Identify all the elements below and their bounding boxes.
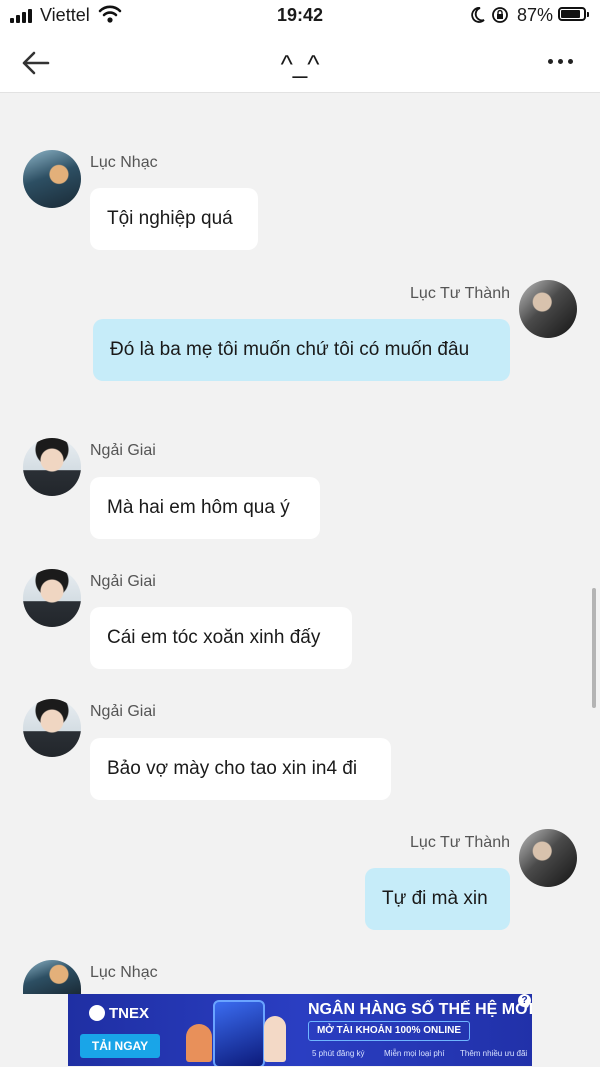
ad-banner[interactable]: TNEX TẢI NGAY NGÂN HÀNG SỐ THẾ HỆ MỚI MỞ… (68, 994, 532, 1066)
ad-feature: Miễn mọi loại phí (384, 1049, 445, 1058)
battery-icon (558, 7, 589, 21)
message-bubble[interactable]: Mà hai em hôm qua ý (90, 477, 320, 539)
ad-brand: TNEX (109, 1005, 150, 1022)
avatar[interactable] (23, 569, 81, 627)
avatar[interactable] (519, 829, 577, 887)
sender-name: Ngải Giai (90, 442, 156, 459)
sender-name: Lục Tư Thành (410, 834, 510, 851)
sender-name: Ngải Giai (90, 573, 156, 590)
sender-name: Lục Tư Thành (410, 285, 510, 302)
avatar[interactable] (23, 150, 81, 208)
more-icon[interactable] (546, 59, 576, 69)
sender-name: Lục Nhạc (90, 964, 158, 981)
ad-headline: NGÂN HÀNG SỐ THẾ HỆ MỚI (308, 1001, 532, 1018)
scrollbar[interactable] (592, 588, 596, 708)
ad-download-button[interactable]: TẢI NGAY (80, 1034, 160, 1058)
message-bubble[interactable]: Tội nghiệp quá (90, 188, 258, 250)
chat-header: ^_^ (0, 34, 600, 93)
sender-name: Ngải Giai (90, 703, 156, 720)
ad-info-icon[interactable]: ? (518, 994, 531, 1007)
message-bubble[interactable]: Bảo vợ mày cho tao xin in4 đi (90, 738, 391, 800)
chat-title: ^_^ (280, 49, 320, 79)
sender-name: Lục Nhạc (90, 154, 158, 171)
orientation-lock-icon (492, 7, 508, 23)
status-bar: Viettel 19:42 87% (0, 0, 600, 34)
message-bubble[interactable]: Cái em tóc xoăn xinh đấy (90, 607, 352, 669)
battery-percent: 87% (517, 5, 554, 25)
ad-feature: 5 phút đăng ký (312, 1049, 365, 1058)
message-bubble[interactable]: Tự đi mà xin (365, 868, 510, 930)
avatar[interactable] (519, 280, 577, 338)
avatar[interactable] (23, 699, 81, 757)
clock: 19:42 (276, 5, 324, 25)
ad-illustration-person-icon (186, 1024, 212, 1062)
ad-phone-illustration-icon (213, 1000, 265, 1066)
ad-illustration-person-icon (264, 1016, 286, 1062)
ad-subline: MỞ TÀI KHOẢN 100% ONLINE (308, 1021, 470, 1041)
moon-icon (471, 7, 485, 23)
message-bubble[interactable]: Đó là ba mẹ tôi muốn chứ tôi có muốn đâu (93, 319, 510, 381)
avatar[interactable] (23, 960, 81, 994)
ad-feature: Thêm nhiều ưu đãi (460, 1049, 528, 1058)
avatar[interactable] (23, 438, 81, 496)
tnex-logo-icon (89, 1005, 105, 1021)
